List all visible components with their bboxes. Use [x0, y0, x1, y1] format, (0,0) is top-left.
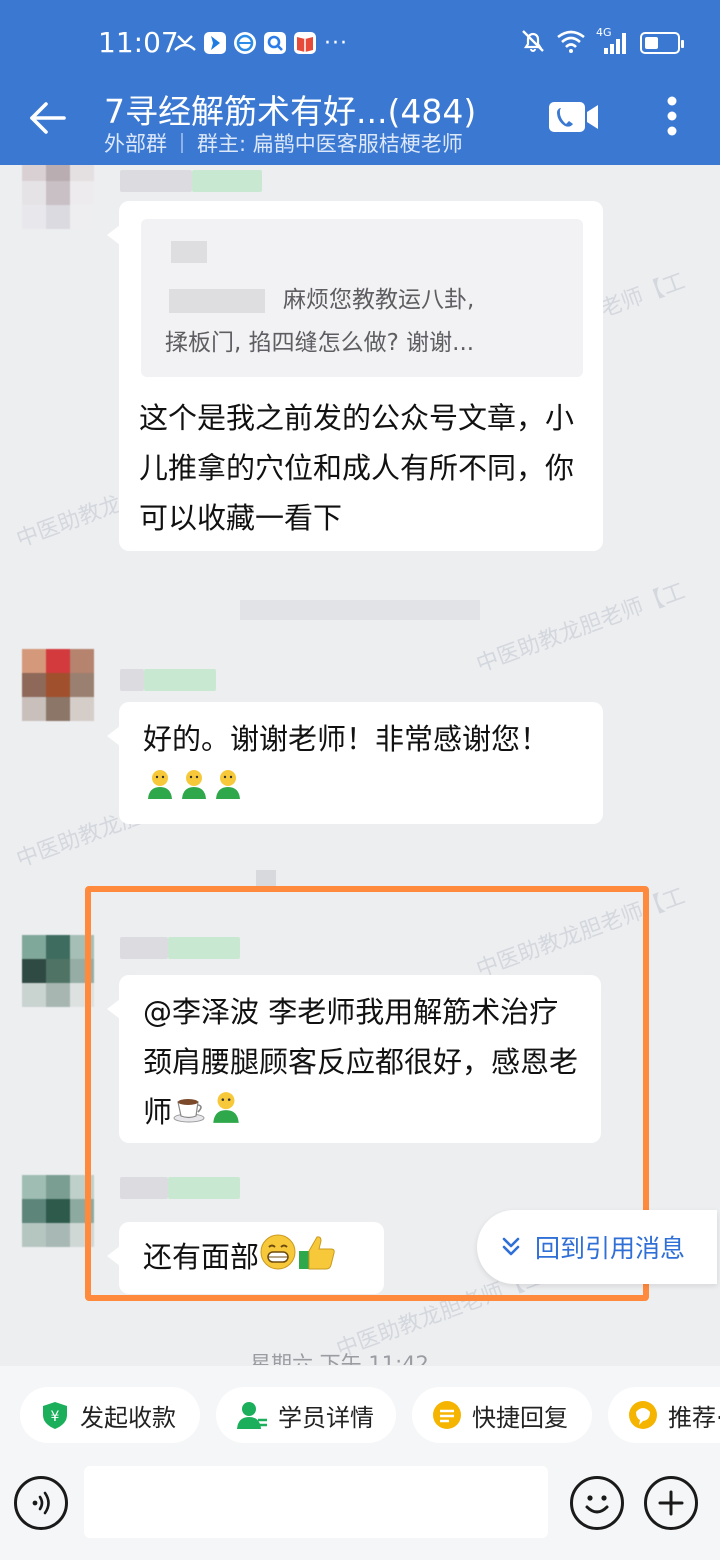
status-notification-icons: ···	[172, 30, 348, 56]
watermark: 中医助教龙胆老师【工	[473, 578, 689, 678]
chat-subtitle: 外部群 群主: 扁鹊中医客服桔梗老师	[104, 128, 463, 158]
message-bubble[interactable]: 麻烦您教教运八卦, 揉板门, 掐四缝怎么做? 谢谢... 这个是我之前发的公众号…	[107, 201, 603, 551]
quick-actions-bar[interactable]: ¥ 发起收款 学员详情 快捷回复 推荐·	[0, 1366, 720, 1466]
emoji-button[interactable]	[570, 1476, 624, 1530]
back-arrow-icon	[30, 102, 66, 134]
timestamp-blurred	[240, 600, 480, 620]
video-phone-icon	[549, 102, 598, 132]
message-bubble[interactable]: 好的。谢谢老师！非常感谢您！	[107, 702, 603, 824]
svg-text:¥: ¥	[51, 1409, 60, 1425]
more-attachments-button[interactable]	[644, 1476, 698, 1530]
quoted-line-1: 麻烦您教教运八卦,	[283, 287, 475, 313]
student-emoji-icon	[143, 766, 177, 816]
sender-avatar[interactable]	[22, 1175, 94, 1247]
voice-input-button[interactable]	[14, 1476, 68, 1530]
message-text: 好的。谢谢老师！非常感谢您！	[143, 714, 583, 816]
sender-avatar[interactable]	[22, 935, 94, 1007]
student-emoji-icon	[211, 766, 245, 816]
student-details-button[interactable]: 学员详情	[216, 1387, 396, 1443]
status-bar: 11:07 ··· 4G	[0, 0, 720, 82]
recommend-button[interactable]: 推荐·	[608, 1387, 720, 1443]
vertical-dots-icon	[667, 96, 677, 136]
start-payment-label: 发起收款	[80, 1403, 176, 1432]
subtitle-divider	[181, 133, 183, 153]
message-text-content: 好的。谢谢老师！非常感谢您！	[143, 722, 550, 756]
chat-title[interactable]: 7寻经解筋术有好...(484)	[104, 85, 476, 133]
search-app-notification-icon	[262, 30, 288, 56]
status-time: 11:07	[98, 26, 179, 59]
browser-notification-icon	[232, 30, 258, 56]
voice-wave-icon	[32, 1491, 50, 1515]
sender-tag-blurred	[192, 170, 262, 192]
recommend-icon	[629, 1401, 657, 1429]
payment-shield-icon: ¥	[43, 1402, 67, 1429]
wifi-icon	[556, 29, 586, 57]
battery-icon	[640, 32, 684, 54]
status-system-icons: 4G	[520, 26, 684, 58]
jump-to-quote-button[interactable]: 回到引用消息	[477, 1210, 717, 1284]
app-header: 11:07 ··· 4G 7寻经解筋术有好...(484) 外部群 群主: 扁鹊…	[0, 0, 720, 165]
student-details-label: 学员详情	[278, 1403, 374, 1432]
jump-to-quote-label: 回到引用消息	[535, 1234, 686, 1263]
message-text-input[interactable]	[84, 1466, 548, 1538]
quick-reply-label: 快捷回复	[472, 1403, 568, 1432]
mute-bell-icon	[520, 28, 546, 58]
back-button[interactable]	[26, 96, 70, 140]
app-notification-icon	[202, 30, 228, 56]
quick-reply-button[interactable]: 快捷回复	[412, 1387, 592, 1443]
sender-avatar[interactable]	[22, 165, 94, 229]
quick-reply-icon	[433, 1401, 461, 1429]
quoted-line-2: 揉板门, 掐四缝怎么做? 谢谢...	[165, 330, 475, 356]
double-chevron-down-icon	[502, 1237, 520, 1256]
sender-name-blurred	[120, 170, 192, 192]
quoted-message[interactable]: 麻烦您教教运八卦, 揉板门, 掐四缝怎么做? 谢谢...	[141, 219, 583, 377]
chat-message-list[interactable]: 中医助教龙胆老师【工 中医助教龙胆老师【工 中医助教龙胆老师【工 中医助教龙胆老…	[0, 165, 720, 1365]
quoted-sender-blurred	[171, 241, 207, 263]
message-input-bar	[0, 1466, 720, 1560]
group-owner-label: 群主: 扁鹊中医客服桔梗老师	[197, 132, 463, 156]
recommend-label: 推荐·	[668, 1403, 720, 1432]
time-separator: 星期六 下午 11:42	[250, 1352, 429, 1365]
sender-tag-blurred	[144, 669, 216, 691]
sender-avatar[interactable]	[22, 649, 94, 721]
student-icon	[237, 1402, 267, 1429]
missed-call-icon	[172, 30, 198, 56]
reader-app-notification-icon	[292, 30, 318, 56]
sender-name-blurred	[120, 669, 144, 691]
smiley-face-icon	[585, 1495, 609, 1514]
external-group-tag: 外部群	[104, 132, 167, 156]
plus-icon	[658, 1490, 684, 1516]
start-payment-button[interactable]: ¥ 发起收款	[20, 1387, 200, 1443]
quoted-text: 麻烦您教教运八卦, 揉板门, 掐四缝怎么做? 谢谢...	[165, 279, 575, 365]
student-emoji-icon	[177, 766, 211, 816]
message-text: 这个是我之前发的公众号文章，小儿推拿的穴位和成人有所不同，你可以收藏一看下	[139, 401, 575, 535]
cellular-signal-icon: 4G	[596, 26, 630, 56]
video-call-button[interactable]	[548, 100, 600, 134]
status-more-indicator: ···	[324, 30, 348, 56]
more-options-button[interactable]	[662, 94, 682, 138]
